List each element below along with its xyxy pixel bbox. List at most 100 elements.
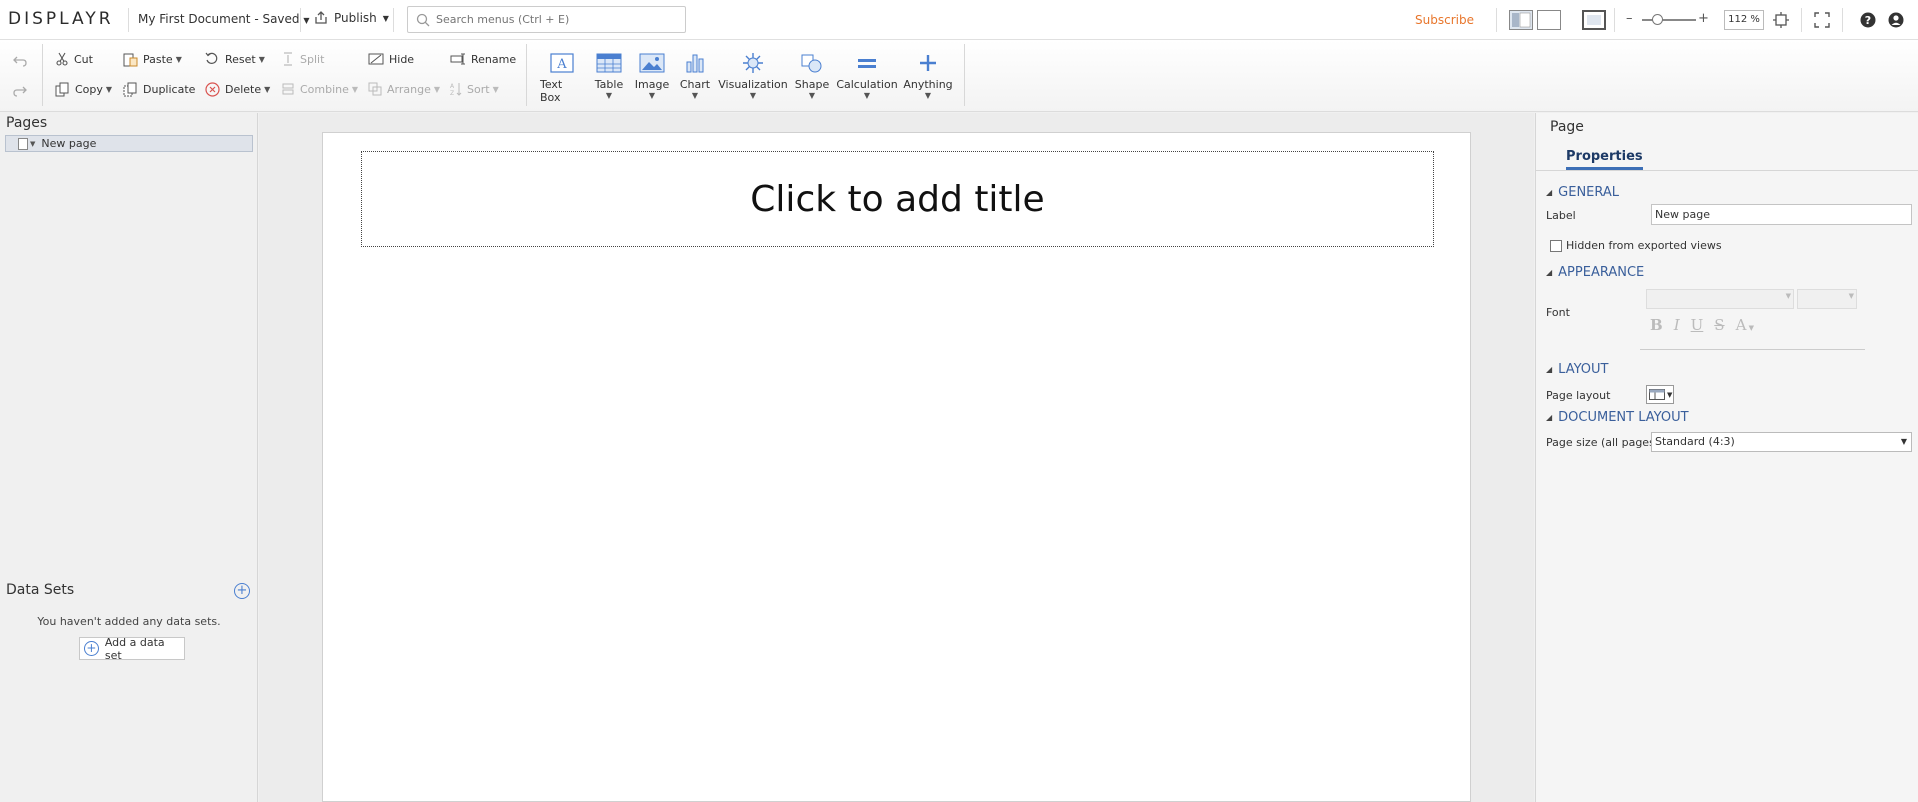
rename-button[interactable]: Rename xyxy=(450,52,516,66)
underline-icon[interactable]: U xyxy=(1691,316,1704,334)
account-button[interactable] xyxy=(1886,10,1906,30)
view-page-only-button[interactable] xyxy=(1537,10,1561,30)
paste-button[interactable]: Paste ▼ xyxy=(123,52,182,67)
view-with-pages-button[interactable] xyxy=(1509,10,1533,30)
section-appearance-label: APPEARANCE xyxy=(1558,265,1645,280)
anything-label: Anything xyxy=(903,78,953,91)
search-input[interactable] xyxy=(436,13,676,26)
strikethrough-icon[interactable]: S xyxy=(1714,316,1724,334)
image-label: Image xyxy=(634,78,670,91)
tab-properties[interactable]: Properties xyxy=(1566,149,1643,170)
page-title-placeholder[interactable]: Click to add title xyxy=(361,151,1434,247)
zoom-slider-handle[interactable] xyxy=(1652,14,1663,25)
page-size-select[interactable]: Standard (4:3) ▼ xyxy=(1651,432,1912,452)
chevron-down-icon: ▼ xyxy=(264,85,271,94)
divider xyxy=(1536,170,1918,171)
add-data-set-button[interactable]: + Add a data set xyxy=(79,636,185,662)
insert-anything-button[interactable]: Anything ▼ xyxy=(903,50,953,100)
insert-shape-button[interactable]: Shape ▼ xyxy=(794,50,830,100)
bar-chart-icon xyxy=(686,54,704,73)
copy-button[interactable]: Copy ▼ xyxy=(55,82,112,97)
chevron-down-icon[interactable]: ▼ xyxy=(30,140,35,148)
section-general[interactable]: ◢ GENERAL xyxy=(1546,185,1619,200)
fit-icon xyxy=(1773,12,1789,28)
table-icon xyxy=(596,53,622,73)
italic-icon[interactable]: I xyxy=(1674,316,1680,334)
font-family-select[interactable]: ▼ xyxy=(1646,289,1794,309)
hidden-from-exported-checkbox[interactable]: Hidden from exported views xyxy=(1550,239,1722,252)
chevron-down-icon: ▼ xyxy=(1900,437,1907,446)
displayr-logo[interactable]: DISPLAYR xyxy=(8,9,114,29)
zoom-in-button[interactable]: + xyxy=(1698,11,1709,26)
insert-chart-button[interactable]: Chart ▼ xyxy=(679,50,711,100)
insert-text-box-button[interactable]: A Text Box xyxy=(540,50,583,104)
calculation-label: Calculation xyxy=(836,78,898,91)
section-document-layout[interactable]: ◢ DOCUMENT LAYOUT xyxy=(1546,410,1689,425)
visualization-icon xyxy=(743,53,763,73)
zoom-level-input[interactable]: 112 % xyxy=(1724,10,1764,30)
publish-button[interactable]: Publish ▼ xyxy=(314,11,389,25)
chevron-down-icon: ▼ xyxy=(749,91,757,100)
insert-calculation-button[interactable]: Calculation ▼ xyxy=(836,50,898,100)
page-layout-select[interactable]: ▼ xyxy=(1646,385,1674,404)
insert-visualization-button[interactable]: Visualization ▼ xyxy=(718,50,788,100)
checkbox-box[interactable] xyxy=(1550,239,1562,252)
search-menus-box[interactable] xyxy=(407,6,686,33)
svg-text:?: ? xyxy=(1865,14,1871,27)
add-data-set-icon[interactable]: + xyxy=(234,583,250,599)
left-panel: Pages ▼ New page Data Sets + You haven't… xyxy=(0,113,258,802)
duplicate-button[interactable]: Duplicate xyxy=(123,82,195,97)
insert-image-button[interactable]: Image ▼ xyxy=(635,50,669,100)
collapse-triangle-icon: ◢ xyxy=(1546,365,1553,374)
font-color-icon[interactable]: A ▼ xyxy=(1736,316,1754,334)
zoom-slider-track[interactable] xyxy=(1642,19,1696,21)
subscribe-link[interactable]: Subscribe xyxy=(1415,13,1474,27)
zoom-out-button[interactable]: – xyxy=(1626,11,1633,26)
view-presentation-button[interactable] xyxy=(1582,10,1606,30)
hide-button[interactable]: Hide xyxy=(368,52,414,66)
user-icon xyxy=(1888,12,1904,28)
sort-button[interactable]: AZ Sort ▼ xyxy=(450,82,499,97)
undo-button[interactable] xyxy=(12,54,28,68)
split-icon xyxy=(284,52,292,66)
shape-icon xyxy=(801,54,822,73)
collapse-triangle-icon: ◢ xyxy=(1546,188,1553,197)
page-icon xyxy=(18,137,28,150)
copy-label: Copy xyxy=(75,83,103,96)
divider xyxy=(964,44,965,106)
top-bar: DISPLAYR My First Document - Saved ▼ Pub… xyxy=(0,0,1918,40)
hide-label: Hide xyxy=(389,52,415,66)
pages-heading: Pages xyxy=(6,115,48,131)
font-format-toolbar: B I U S A ▼ xyxy=(1650,316,1754,334)
document-title: My First Document - Saved xyxy=(138,12,300,26)
chevron-down-icon: ▼ xyxy=(351,84,359,94)
section-layout-label: LAYOUT xyxy=(1558,362,1609,377)
insert-table-button[interactable]: Table ▼ xyxy=(593,50,625,100)
paste-icon xyxy=(123,53,138,67)
document-title-menu[interactable]: My First Document - Saved ▼ xyxy=(138,12,310,26)
combine-button[interactable]: Combine ▼ xyxy=(281,82,358,96)
page-canvas[interactable]: Click to add title xyxy=(322,132,1471,802)
redo-button[interactable] xyxy=(12,84,28,98)
chart-label: Chart xyxy=(679,78,711,91)
split-button[interactable]: Split xyxy=(281,52,324,66)
section-general-label: GENERAL xyxy=(1558,185,1620,200)
help-icon: ? xyxy=(1860,12,1876,28)
combine-label: Combine xyxy=(300,82,349,96)
label-input[interactable] xyxy=(1651,204,1912,225)
fullscreen-button[interactable] xyxy=(1812,10,1832,30)
help-button[interactable]: ? xyxy=(1858,10,1878,30)
page-tree-item[interactable]: ▼ New page xyxy=(5,135,253,152)
bold-icon[interactable]: B xyxy=(1650,316,1663,334)
fit-to-window-button[interactable] xyxy=(1771,10,1791,30)
rename-icon xyxy=(450,53,465,65)
reset-button[interactable]: Reset ▼ xyxy=(205,52,265,66)
arrange-button[interactable]: Arrange ▼ xyxy=(368,82,440,96)
font-size-select[interactable]: ▼ xyxy=(1797,289,1857,309)
section-layout[interactable]: ◢ LAYOUT xyxy=(1546,362,1609,377)
section-appearance[interactable]: ◢ APPEARANCE xyxy=(1546,265,1644,280)
delete-button[interactable]: Delete ▼ xyxy=(205,82,270,97)
undo-icon xyxy=(13,56,27,67)
cut-button[interactable]: Cut xyxy=(55,52,93,66)
chevron-down-icon: ▼ xyxy=(1848,292,1854,300)
